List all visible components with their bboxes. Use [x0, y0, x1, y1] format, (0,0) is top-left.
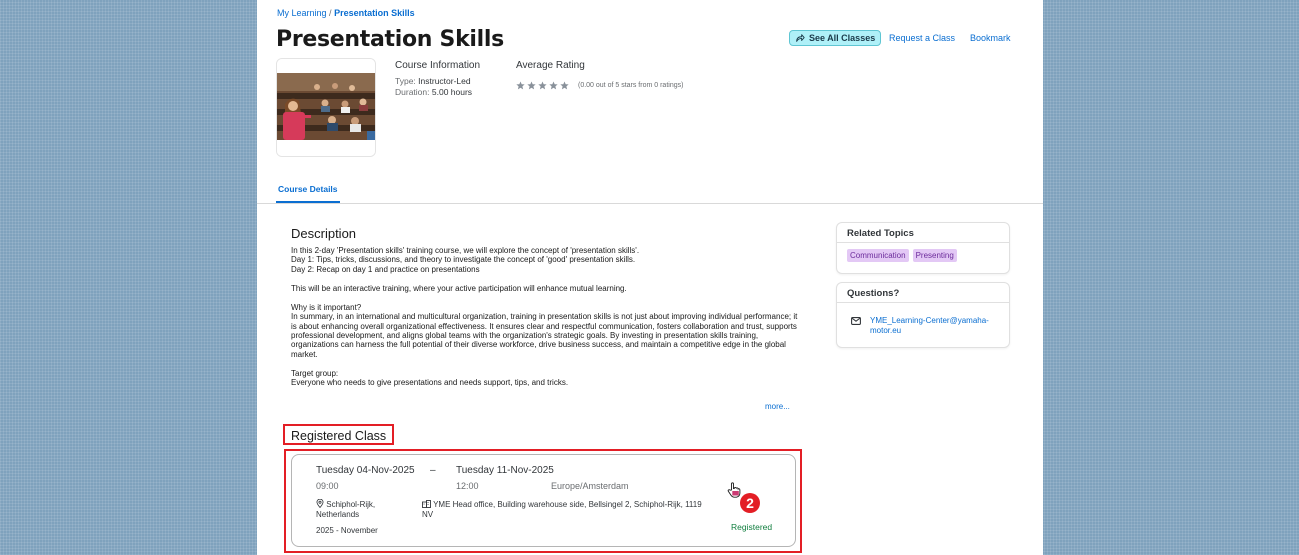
- class-start-time: 09:00: [316, 481, 339, 491]
- course-duration: Duration: 5.00 hours: [395, 87, 472, 97]
- description-text: In this 2-day 'Presentation skills' trai…: [291, 246, 801, 390]
- contact-email-link[interactable]: YME_Learning-Center@yamaha-motor.eu: [870, 316, 1000, 335]
- star-icon: [527, 81, 536, 90]
- panel-divider: [837, 302, 1009, 303]
- location-pin-icon: [316, 499, 324, 508]
- breadcrumb-separator: /: [329, 8, 332, 18]
- course-thumbnail: [276, 58, 376, 157]
- classroom-image: [277, 59, 375, 156]
- description-paragraph: Target group: Everyone who needs to give…: [291, 368, 569, 388]
- topic-tags: Communication Presenting: [847, 249, 957, 262]
- description-paragraph: This will be an interactive training, wh…: [291, 283, 627, 293]
- star-icon: [516, 81, 525, 90]
- class-period: 2025 - November: [316, 526, 378, 535]
- related-topics-panel: Related Topics Communication Presenting: [836, 222, 1010, 274]
- heading-highlight-box: [283, 424, 394, 445]
- page-title: Presentation Skills: [276, 27, 504, 52]
- course-type: Type: Instructor-Led: [395, 76, 471, 86]
- breadcrumb-my-learning[interactable]: My Learning: [277, 8, 327, 18]
- class-venue-text: YME Head office, Building warehouse side…: [422, 500, 702, 519]
- topic-tag-communication[interactable]: Communication: [847, 249, 909, 262]
- class-end-time: 12:00: [456, 481, 479, 491]
- step-number-badge: 2: [740, 493, 760, 513]
- panel-divider: [837, 242, 1009, 243]
- breadcrumb: My Learning / Presentation Skills: [277, 8, 415, 18]
- class-timezone: Europe/Amsterdam: [551, 481, 629, 491]
- rating-summary: (0.00 out of 5 stars from 0 ratings): [578, 82, 684, 89]
- tab-divider: [257, 203, 1043, 204]
- topic-tag-presenting[interactable]: Presenting: [912, 249, 957, 262]
- star-icon: [538, 81, 547, 90]
- class-location-text: Schiphol-Rijk, Netherlands: [316, 500, 376, 519]
- description-paragraph: Why is it important? In summary, in an i…: [291, 303, 798, 359]
- mail-icon: [851, 317, 861, 325]
- bookmark-link[interactable]: Bookmark: [970, 33, 1011, 43]
- star-icon: [549, 81, 558, 90]
- average-rating-heading: Average Rating: [516, 60, 585, 71]
- more-link[interactable]: more...: [765, 402, 790, 411]
- description-paragraph: In this 2-day 'Presentation skills' trai…: [291, 246, 640, 274]
- course-type-value: Instructor-Led: [418, 76, 471, 86]
- course-type-label: Type:: [395, 76, 416, 86]
- registration-status: Registered: [731, 522, 773, 532]
- tab-course-details[interactable]: Course Details: [278, 184, 338, 194]
- questions-heading: Questions?: [847, 288, 900, 299]
- see-all-classes-button[interactable]: See All Classes: [789, 30, 882, 46]
- share-arrow-icon: [796, 34, 805, 42]
- class-location: Schiphol-Rijk, Netherlands: [316, 499, 416, 519]
- star-icon: [560, 81, 569, 90]
- course-duration-label: Duration:: [395, 87, 430, 97]
- course-page: My Learning / Presentation Skills Presen…: [257, 0, 1043, 555]
- see-all-classes-label: See All Classes: [809, 33, 876, 43]
- description-heading: Description: [291, 226, 357, 241]
- date-separator: –: [430, 465, 436, 476]
- class-start-date: Tuesday 04-Nov-2025: [316, 465, 415, 476]
- class-end-date: Tuesday 11-Nov-2025: [456, 465, 554, 476]
- course-info-heading: Course Information: [395, 60, 481, 71]
- hand-cursor-icon: [727, 482, 741, 498]
- related-topics-heading: Related Topics: [847, 228, 914, 239]
- questions-panel: Questions? YME_Learning-Center@yamaha-mo…: [836, 282, 1010, 348]
- rating-stars: [516, 81, 569, 90]
- breadcrumb-current: Presentation Skills: [334, 8, 415, 18]
- request-class-link[interactable]: Request a Class: [889, 33, 955, 43]
- class-venue: YME Head office, Building warehouse side…: [422, 500, 702, 519]
- course-duration-value: 5.00 hours: [431, 87, 473, 97]
- building-icon: [422, 500, 431, 508]
